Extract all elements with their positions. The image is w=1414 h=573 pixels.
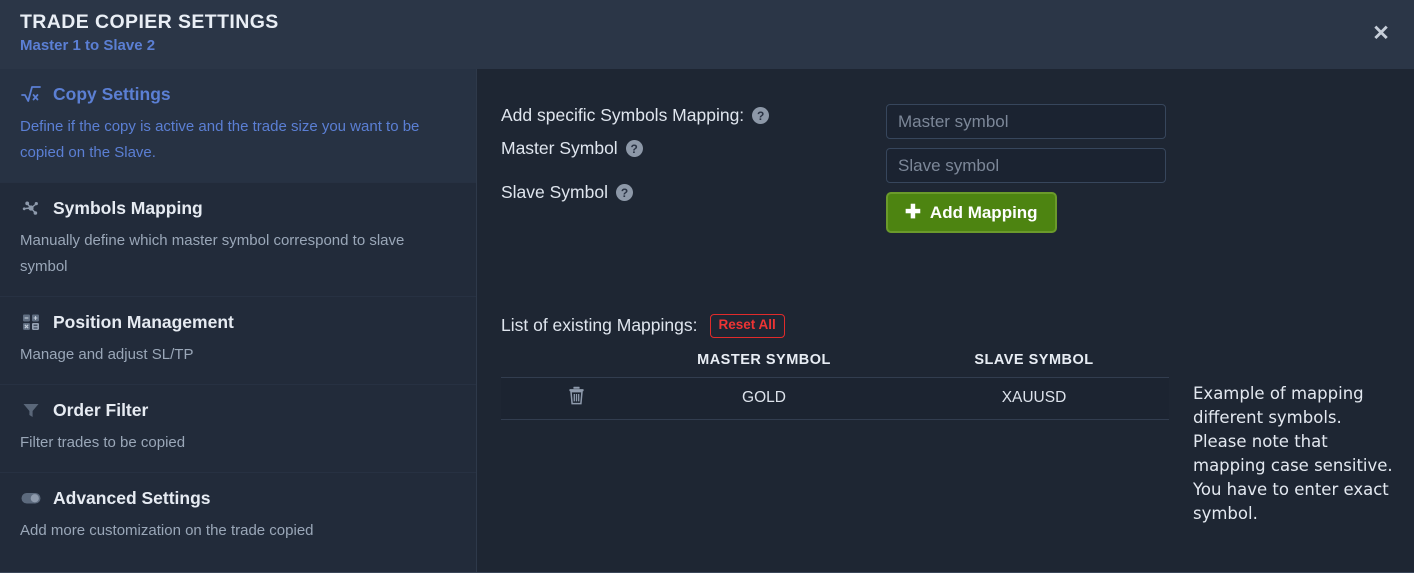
sidebar-item-copy-settings[interactable]: Copy Settings Define if the copy is acti… bbox=[0, 69, 476, 182]
add-mapping-button[interactable]: ✚ Add Mapping bbox=[886, 192, 1057, 233]
slave-symbol-input[interactable] bbox=[886, 148, 1166, 183]
table-row: GOLD XAUUSD bbox=[501, 377, 1169, 420]
slave-label-text: Slave Symbol bbox=[501, 182, 608, 202]
dialog-body: Copy Settings Define if the copy is acti… bbox=[0, 69, 1414, 573]
sidebar-item-header: Symbols Mapping bbox=[20, 197, 454, 219]
toggle-switch-icon bbox=[20, 487, 42, 509]
mapping-example-note: Example of mapping different symbols. Pl… bbox=[1193, 384, 1393, 523]
trash-icon[interactable] bbox=[568, 386, 585, 410]
sidebar-item-header: Order Filter bbox=[20, 399, 454, 421]
section-label-text: Add specific Symbols Mapping: bbox=[501, 105, 745, 125]
help-icon-slave[interactable]: ? bbox=[616, 184, 633, 201]
mappings-table-body: GOLD XAUUSD bbox=[501, 377, 1169, 420]
sidebar-item-order-filter[interactable]: Order Filter Filter trades to be copied bbox=[0, 384, 476, 472]
master-symbol-label: Master Symbol ? bbox=[501, 138, 643, 159]
help-icon-master[interactable]: ? bbox=[625, 140, 643, 157]
close-icon[interactable]: ✕ bbox=[1368, 20, 1394, 46]
cell-master-symbol: GOLD bbox=[742, 389, 786, 407]
sidebar-item-header: Advanced Settings bbox=[20, 487, 454, 509]
master-label-text: Master Symbol bbox=[501, 138, 618, 158]
master-symbol-input[interactable] bbox=[886, 104, 1166, 139]
sidebar-item-desc: Manage and adjust SL/TP bbox=[20, 346, 194, 363]
sidebar-item-label: Advanced Settings bbox=[53, 488, 211, 508]
funnel-icon bbox=[20, 399, 42, 421]
add-mapping-section-label: Add specific Symbols Mapping: ? bbox=[501, 105, 770, 126]
sidebar-item-label: Position Management bbox=[53, 312, 234, 332]
sidebar-item-desc: Filter trades to be copied bbox=[20, 434, 186, 451]
sidebar-item-desc: Manually define which master symbol corr… bbox=[20, 232, 405, 275]
sqrt-x-icon bbox=[20, 83, 42, 105]
mappings-table-head: MASTER SYMBOL SLAVE SYMBOL bbox=[501, 352, 1169, 378]
page-title: TRADE COPIER SETTINGS bbox=[20, 11, 279, 33]
sidebar-item-advanced-settings[interactable]: Advanced Settings Add more customization… bbox=[0, 472, 476, 560]
sidebar-item-desc: Add more customization on the trade copi… bbox=[20, 522, 314, 539]
sidebar-item-label: Copy Settings bbox=[53, 84, 171, 104]
table-header-row: MASTER SYMBOL SLAVE SYMBOL bbox=[501, 352, 1169, 378]
network-nodes-icon bbox=[20, 197, 42, 219]
dialog-header: TRADE COPIER SETTINGS Master 1 to Slave … bbox=[0, 0, 1414, 69]
sidebar-item-desc: Define if the copy is active and the tra… bbox=[20, 118, 420, 161]
sidebar-item-label: Symbols Mapping bbox=[53, 198, 203, 218]
slave-symbol-label: Slave Symbol ? bbox=[501, 182, 633, 203]
column-header-delete bbox=[501, 352, 629, 378]
reset-all-button[interactable]: Reset All bbox=[709, 314, 785, 338]
sidebar-item-header: Copy Settings bbox=[20, 83, 454, 105]
cell-slave-symbol: XAUUSD bbox=[1001, 389, 1067, 407]
existing-mappings-section: List of existing Mappings: Reset All MAS… bbox=[501, 314, 1191, 420]
sidebar-item-label: Order Filter bbox=[53, 400, 149, 420]
sidebar-item-symbols-mapping[interactable]: Symbols Mapping Manually define which ma… bbox=[0, 182, 476, 296]
settings-sidebar: Copy Settings Define if the copy is acti… bbox=[0, 69, 477, 573]
existing-mappings-header: List of existing Mappings: Reset All bbox=[501, 314, 1191, 338]
trade-copier-settings-dialog: TRADE COPIER SETTINGS Master 1 to Slave … bbox=[0, 0, 1414, 573]
sidebar-item-position-management[interactable]: Position Management Manage and adjust SL… bbox=[0, 296, 476, 384]
sidebar-item-header: Position Management bbox=[20, 311, 454, 333]
calculator-grid-icon bbox=[20, 311, 42, 333]
delete-cell bbox=[501, 377, 629, 419]
mapping-inputs: ✚ Add Mapping bbox=[886, 104, 1166, 233]
plus-icon: ✚ bbox=[905, 201, 921, 223]
mappings-table: MASTER SYMBOL SLAVE SYMBOL GOLD XAUUSD bbox=[501, 352, 1169, 420]
existing-mappings-title: List of existing Mappings: bbox=[501, 315, 698, 336]
header-subtitle: Master 1 to Slave 2 bbox=[20, 37, 156, 54]
column-header-slave-symbol: SLAVE SYMBOL bbox=[974, 351, 1094, 368]
help-icon-section[interactable]: ? bbox=[752, 107, 770, 124]
add-mapping-button-label: Add Mapping bbox=[929, 203, 1038, 222]
column-header-master-symbol: MASTER SYMBOL bbox=[697, 351, 831, 368]
